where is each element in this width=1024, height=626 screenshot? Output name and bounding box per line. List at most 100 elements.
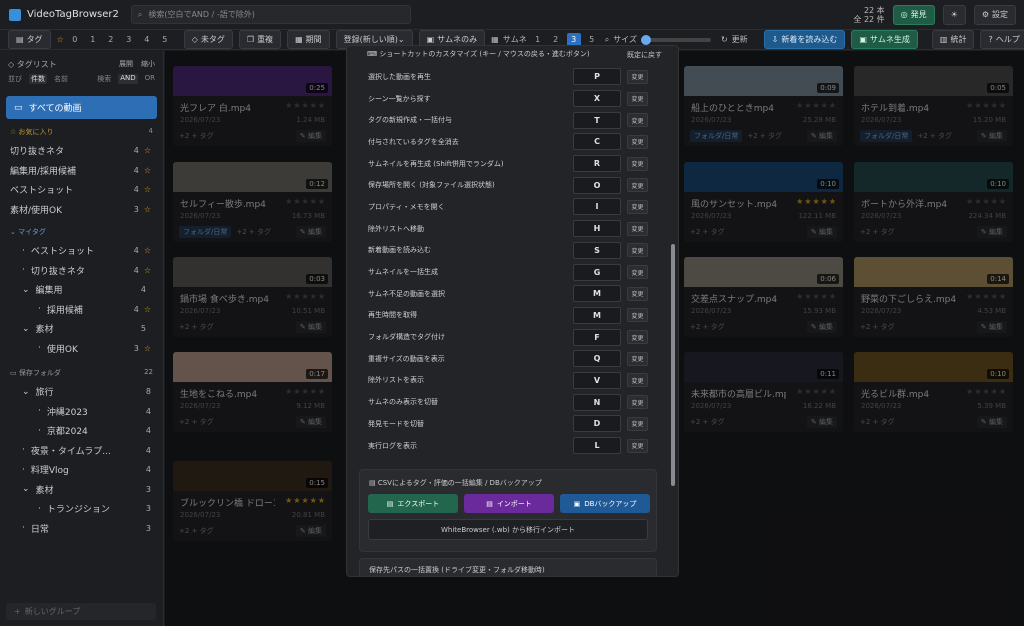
- settings-button[interactable]: ⚙ 設定: [973, 4, 1016, 25]
- change-button[interactable]: 変更: [627, 156, 648, 171]
- shortcut-key-field[interactable]: Q: [573, 350, 621, 368]
- tree-item[interactable]: ⌄ 素材 5: [0, 319, 163, 339]
- tree-item[interactable]: ⌄ 編集用 4: [0, 280, 163, 300]
- sort-by-count[interactable]: 件数: [29, 74, 47, 84]
- untagged-button[interactable]: ◇ 未タグ: [183, 30, 233, 49]
- star-icon[interactable]: ☆: [144, 205, 151, 214]
- change-button[interactable]: 変更: [627, 243, 648, 258]
- help-button[interactable]: ? ヘルプ: [980, 30, 1024, 49]
- wb-import-button[interactable]: WhiteBrowser (.wb) から移行インポート: [368, 519, 648, 540]
- change-button[interactable]: 変更: [627, 91, 648, 106]
- generate-thumb-button[interactable]: ▣ サムネ生成: [851, 30, 918, 49]
- scrollbar-thumb[interactable]: [671, 244, 675, 486]
- shortcut-key-field[interactable]: G: [573, 263, 621, 281]
- shortcut-key-field[interactable]: X: [573, 90, 621, 108]
- reset-defaults-button[interactable]: 既定に戻す: [623, 49, 666, 61]
- size-slider[interactable]: [640, 34, 711, 45]
- expand-button[interactable]: 展開: [119, 59, 133, 70]
- shortcut-key-field[interactable]: P: [573, 68, 621, 86]
- folder-header[interactable]: ▭ 保存フォルダ 22: [0, 364, 163, 382]
- change-button[interactable]: 変更: [627, 351, 648, 366]
- favorite-item[interactable]: 編集用/採用候補 4 ☆: [0, 161, 163, 181]
- import-button[interactable]: ▤ インポート: [464, 494, 554, 513]
- duplicates-button[interactable]: ❐ 重複: [238, 30, 282, 49]
- change-button[interactable]: 変更: [627, 286, 648, 301]
- star-icon[interactable]: ☆: [144, 146, 151, 155]
- sort-by-name[interactable]: 名前: [54, 74, 68, 84]
- tree-item[interactable]: · 京都2024 4: [0, 421, 163, 441]
- shortcut-key-field[interactable]: M: [573, 306, 621, 324]
- filter-or[interactable]: OR: [145, 74, 155, 84]
- shortcut-key-field[interactable]: T: [573, 111, 621, 129]
- discover-button[interactable]: ◎ 発見: [892, 4, 935, 25]
- shortcut-key-field[interactable]: H: [573, 220, 621, 238]
- favorites-header[interactable]: ☆ お気に入り 4: [0, 123, 163, 141]
- favorite-item[interactable]: 素材/使用OK 3 ☆: [0, 200, 163, 220]
- star-icon[interactable]: ☆: [144, 185, 151, 194]
- chevron-down-icon[interactable]: ⌄: [22, 387, 30, 397]
- star-icon[interactable]: ☆: [144, 305, 151, 314]
- tree-item[interactable]: ⌄ 旅行 8: [0, 382, 163, 402]
- shortcut-key-field[interactable]: M: [573, 285, 621, 303]
- period-button[interactable]: ▦ 期間: [287, 30, 330, 49]
- chevron-down-icon[interactable]: ⌄: [22, 285, 30, 295]
- tag-button[interactable]: ▤ タグ: [8, 30, 51, 49]
- rating-3[interactable]: 3: [122, 33, 136, 47]
- shortcut-key-field[interactable]: C: [573, 133, 621, 151]
- tree-item[interactable]: · 日常 3: [0, 519, 163, 539]
- chevron-down-icon[interactable]: ⌄: [22, 484, 30, 494]
- tree-item[interactable]: · ベストショット 4 ☆: [0, 241, 163, 261]
- change-button[interactable]: 変更: [627, 221, 648, 236]
- change-button[interactable]: 変更: [627, 113, 648, 128]
- shortcut-key-field[interactable]: F: [573, 328, 621, 346]
- collapse-button[interactable]: 縮小: [141, 59, 155, 70]
- rating-5[interactable]: 5: [158, 33, 172, 47]
- rating-0[interactable]: 0: [68, 33, 82, 47]
- theme-toggle-button[interactable]: ☀: [942, 4, 966, 25]
- bulk-path-section[interactable]: 保存先パスの一括置換 (ドライブ変更・フォルダ移動時): [359, 558, 657, 576]
- rating-1[interactable]: 1: [86, 33, 100, 47]
- refresh-button[interactable]: ↻ 更新: [721, 34, 748, 45]
- change-button[interactable]: 変更: [627, 373, 648, 388]
- star-icon[interactable]: ☆: [144, 166, 151, 175]
- star-icon[interactable]: ☆: [144, 246, 151, 255]
- shortcut-key-field[interactable]: N: [573, 393, 621, 411]
- change-button[interactable]: 変更: [627, 265, 648, 280]
- shortcut-key-field[interactable]: D: [573, 415, 621, 433]
- db-backup-button[interactable]: ▣ DBバックアップ: [560, 494, 650, 513]
- tree-item[interactable]: · 切り抜きネタ 4 ☆: [0, 261, 163, 281]
- shortcut-key-field[interactable]: R: [573, 155, 621, 173]
- slider-handle[interactable]: [640, 34, 651, 45]
- change-button[interactable]: 変更: [627, 134, 648, 149]
- change-button[interactable]: 変更: [627, 416, 648, 431]
- modal-scrollbar[interactable]: [671, 56, 675, 566]
- tree-item[interactable]: ⌄ 素材 3: [0, 480, 163, 500]
- search-input[interactable]: ⌕ 検索(空白でAND / -語で除外): [130, 5, 411, 24]
- all-videos-item[interactable]: ▭ すべての動画: [6, 96, 157, 119]
- stats-button[interactable]: ▥ 統計: [931, 30, 975, 49]
- tree-item[interactable]: · 使用OK 3 ☆: [0, 339, 163, 359]
- change-button[interactable]: 変更: [627, 395, 648, 410]
- export-button[interactable]: ▤ エクスポート: [368, 494, 458, 513]
- load-new-button[interactable]: ⇩ 新着を読み込む: [763, 30, 846, 49]
- star-icon[interactable]: ☆: [144, 266, 151, 275]
- shortcut-key-field[interactable]: I: [573, 198, 621, 216]
- change-button[interactable]: 変更: [627, 199, 648, 214]
- change-button[interactable]: 変更: [627, 438, 648, 453]
- change-button[interactable]: 変更: [627, 308, 648, 323]
- rating-2[interactable]: 2: [104, 33, 118, 47]
- filter-and[interactable]: AND: [118, 74, 138, 84]
- change-button[interactable]: 変更: [627, 178, 648, 193]
- favorite-item[interactable]: 切り抜きネタ 4 ☆: [0, 141, 163, 161]
- tree-item[interactable]: · 料理Vlog 4: [0, 460, 163, 480]
- shortcut-key-field[interactable]: V: [573, 371, 621, 389]
- tree-item[interactable]: · 採用候補 4 ☆: [0, 300, 163, 320]
- tree-item[interactable]: · 沖縄2023 4: [0, 402, 163, 422]
- shortcut-key-field[interactable]: S: [573, 241, 621, 259]
- chevron-down-icon[interactable]: ⌄: [22, 324, 30, 334]
- favorite-item[interactable]: ベストショット 4 ☆: [0, 180, 163, 200]
- tree-item[interactable]: · 夜景・タイムラプ... 4: [0, 441, 163, 461]
- star-icon[interactable]: ☆: [144, 344, 151, 353]
- tree-item[interactable]: · トランジション 3: [0, 499, 163, 519]
- shortcut-key-field[interactable]: L: [573, 437, 621, 455]
